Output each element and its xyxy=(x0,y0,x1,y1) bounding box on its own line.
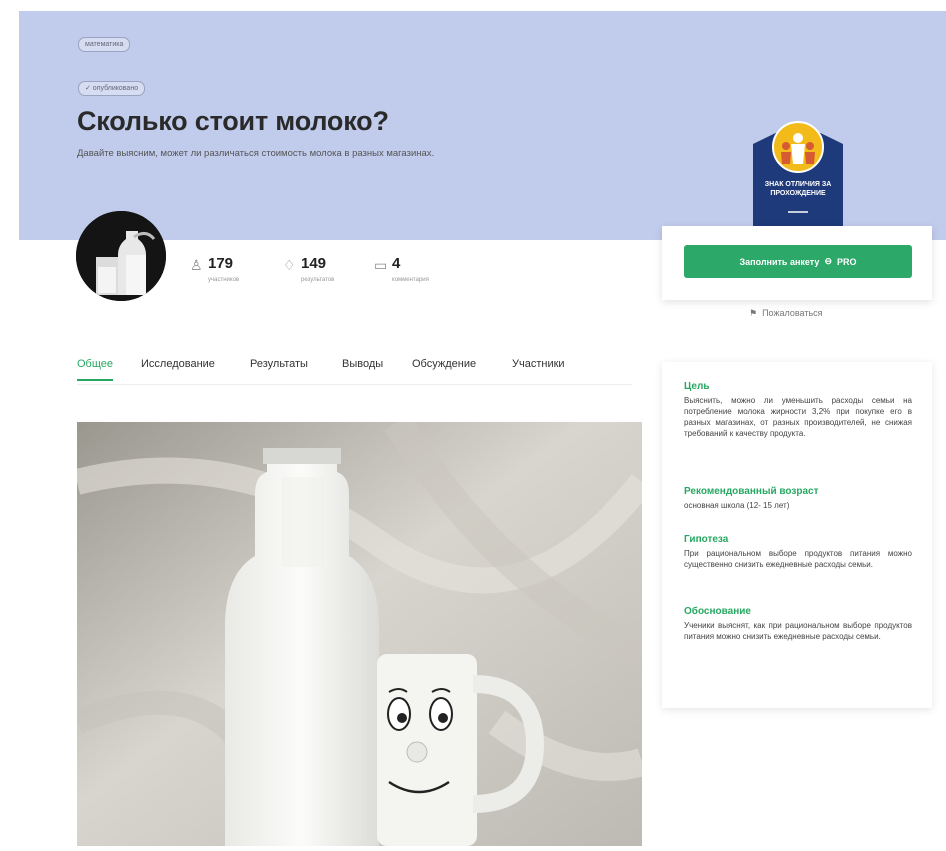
tab-research[interactable]: Исследование xyxy=(141,358,215,370)
rationale-text: Ученики выяснят, как при рациональном вы… xyxy=(684,621,912,641)
tab-discussion[interactable]: Обсуждение xyxy=(412,358,476,370)
avatar xyxy=(76,211,166,301)
complain-label: Пожаловаться xyxy=(762,308,823,318)
stat-value: 4 xyxy=(392,255,401,272)
achievement-badge xyxy=(753,121,843,226)
stat-value: 149 xyxy=(301,255,327,272)
comments-icon: ▭ xyxy=(374,257,388,273)
goal-section: Цель Выяснить, можно ли уменьшить расход… xyxy=(684,381,912,439)
fill-survey-label: Заполнить анкету xyxy=(739,256,820,267)
complain-link[interactable]: ⚑ Пожаловаться xyxy=(749,308,823,319)
hypothesis-section: Гипотеза При рациональном выборе продукт… xyxy=(684,534,912,570)
tab-participants[interactable]: Участники xyxy=(512,358,565,370)
pro-icon: ⊖ xyxy=(824,256,832,266)
info-card: Цель Выяснить, можно ли уменьшить расход… xyxy=(662,362,932,708)
tab-bar: Общее Исследование Результаты Выводы Обс… xyxy=(77,358,632,385)
category-chip[interactable]: математика xyxy=(78,37,131,52)
action-card: Заполнить анкету ⊖ PRO xyxy=(662,226,932,300)
status-chip: ✓ опубликовано xyxy=(78,81,146,96)
cover-photo xyxy=(77,422,642,846)
hypothesis-title: Гипотеза xyxy=(684,534,729,545)
age-text: основная школа (12- 15 лет) xyxy=(684,501,790,510)
stat-label: результатов xyxy=(301,277,335,283)
goal-text: Выяснить, можно ли уменьшить расходы сем… xyxy=(684,396,912,438)
hypothesis-text: При рациональном выборе продуктов питани… xyxy=(684,549,912,569)
tab-general[interactable]: Общее xyxy=(77,358,114,381)
tab-conclusions[interactable]: Выводы xyxy=(342,358,383,370)
pro-tag: PRO xyxy=(836,256,857,267)
participants-icon: ♙ xyxy=(190,257,203,273)
goal-title: Цель xyxy=(684,381,710,392)
rationale-title: Обоснование xyxy=(684,606,751,617)
age-section: Рекомендованный возраст основная школа (… xyxy=(684,486,912,511)
tab-results[interactable]: Результаты xyxy=(250,358,308,370)
stat-value: 179 xyxy=(208,255,234,272)
results-icon: ♢ xyxy=(283,257,296,273)
stat-label: комментария xyxy=(392,277,429,283)
stat-label: участников xyxy=(208,277,240,283)
page-subtitle: Давайте выясним, может ли различаться ст… xyxy=(77,148,435,159)
flag-icon: ⚑ xyxy=(749,308,758,318)
rationale-section: Обоснование Ученики выяснят, как при рац… xyxy=(684,606,912,642)
page-title: Сколько стоит молоко? xyxy=(77,106,389,136)
age-title: Рекомендованный возраст xyxy=(684,486,819,497)
badge-label: ЗНАК ОТЛИЧИЯ ЗА ПРОХОЖДЕНИЕ xyxy=(764,181,832,197)
fill-survey-button[interactable]: Заполнить анкету ⊖ PRO xyxy=(684,245,912,278)
